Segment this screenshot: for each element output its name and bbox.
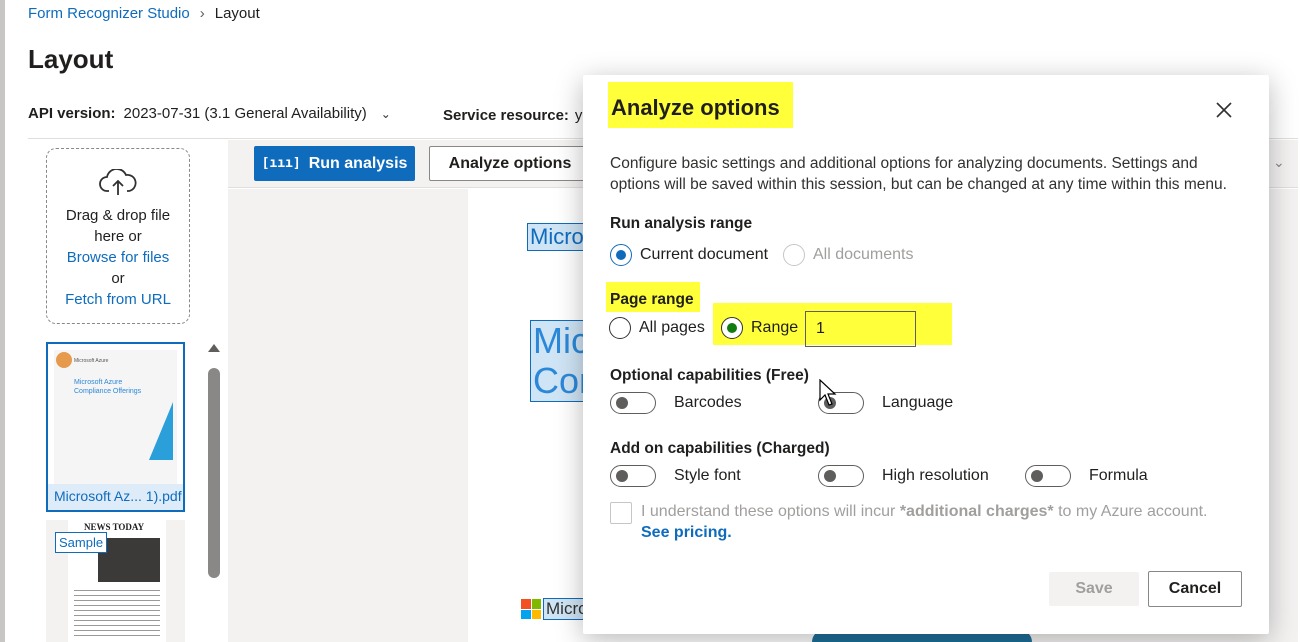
consent-prefix: I understand these options will incur — [641, 503, 900, 520]
dropzone-text-2: here or — [94, 228, 142, 245]
toggle-switch[interactable] — [1025, 465, 1071, 487]
page-range-input[interactable] — [805, 311, 916, 347]
cancel-button[interactable]: Cancel — [1148, 571, 1242, 607]
file-list-scrollbar[interactable] — [206, 340, 222, 580]
service-resource-label: Service resource: — [443, 107, 569, 124]
radio-label: All documents — [813, 246, 914, 263]
consent-text: I understand these options will incur *a… — [610, 503, 1208, 520]
toggle-label: Barcodes — [674, 394, 742, 411]
radio-all-pages[interactable]: All pages — [609, 317, 705, 339]
fetch-url-link[interactable]: Fetch from URL — [47, 289, 189, 310]
toggle-switch[interactable] — [610, 465, 656, 487]
sample-badge: Sample — [55, 532, 108, 553]
consent-suffix: to my Azure account. — [1053, 503, 1208, 520]
breadcrumb-current: Layout — [214, 5, 260, 22]
consent-checkbox[interactable] — [610, 502, 632, 524]
toggle-switch[interactable] — [818, 465, 864, 487]
scroll-thumb[interactable] — [208, 368, 220, 578]
page-title: Layout — [28, 44, 114, 74]
toggle-high-resolution[interactable]: High resolution — [818, 465, 989, 487]
microsoft-logo-icon — [521, 599, 541, 619]
toggle-barcodes[interactable]: Barcodes — [610, 392, 742, 414]
thumbnail-graphic — [149, 402, 173, 460]
close-icon[interactable] — [1213, 99, 1235, 121]
analyze-options-button[interactable]: Analyze options — [429, 146, 591, 181]
optional-capabilities-label: Optional capabilities (Free) — [610, 367, 809, 384]
browse-files-link[interactable]: Browse for files — [47, 247, 189, 268]
thumbnail-text-lines — [74, 590, 160, 638]
breadcrumb-root[interactable]: Form Recognizer Studio — [28, 5, 190, 22]
toggle-switch[interactable] — [610, 392, 656, 414]
breadcrumb: Form Recognizer Studio › Layout — [28, 5, 260, 22]
api-version-value: 2023-07-31 (3.1 General Availability) — [123, 105, 367, 122]
scroll-up-icon[interactable] — [208, 344, 220, 352]
radio-label: Range — [751, 319, 799, 336]
left-edge — [0, 0, 5, 642]
file-dropzone[interactable]: Drag & drop file here or Browse for file… — [46, 148, 190, 324]
cloud-upload-icon — [47, 168, 189, 203]
chevron-down-icon[interactable]: ⌄ — [1273, 154, 1285, 171]
analyze-options-dialog: Analyze options Configure basic settings… — [583, 75, 1269, 634]
breadcrumb-separator: › — [199, 5, 205, 22]
api-version-selector[interactable]: API version: 2023-07-31 (3.1 General Ava… — [28, 105, 391, 122]
file-thumbnail-2[interactable]: NEWS TODAY Sample — [46, 520, 185, 642]
consent-bold: *additional charges* — [899, 503, 1054, 520]
thumbnail-title: Microsoft Azure Compliance Offerings — [74, 379, 142, 395]
dialog-title: Analyze options — [611, 95, 780, 120]
analyze-options-label: Analyze options — [448, 154, 572, 172]
run-range-label: Run analysis range — [610, 215, 753, 232]
charges-consent: I understand these options will incur *a… — [610, 501, 1230, 543]
dropzone-text-1: Drag & drop file — [65, 207, 171, 224]
service-resource[interactable]: Service resource: y — [443, 107, 582, 124]
chevron-down-icon: ⌄ — [380, 106, 391, 121]
radio-range[interactable]: Range — [721, 317, 798, 339]
thumbnail-photo — [98, 538, 160, 582]
toggle-label: Style font — [674, 467, 741, 484]
dropzone-or: or — [111, 270, 125, 287]
api-version-label: API version: — [28, 105, 116, 122]
radio-indicator — [721, 317, 743, 339]
toggle-label: High resolution — [882, 467, 989, 484]
radio-all-documents[interactable]: All documents — [783, 244, 914, 266]
detected-text-region[interactable]: Mic Con — [530, 320, 590, 402]
radio-current-document[interactable]: Current document — [610, 244, 768, 266]
run-analysis-button[interactable]: [ııı] Run analysis — [254, 146, 415, 181]
radio-label: All pages — [639, 319, 705, 336]
file-thumbnail-1[interactable]: Microsoft Azure Microsoft Azure Complian… — [46, 342, 185, 512]
run-analysis-label: Run analysis — [308, 154, 408, 172]
file-name: Microsoft Az... 1).pdf — [48, 484, 183, 510]
thumbnail-logo — [56, 352, 72, 368]
toggle-style-font[interactable]: Style font — [610, 465, 741, 487]
page-range-label: Page range — [610, 291, 694, 308]
service-resource-value: y — [574, 107, 583, 124]
radio-label: Current document — [640, 246, 769, 263]
radio-indicator — [610, 244, 632, 266]
thumbnail-preview: Microsoft Azure Microsoft Azure Complian… — [54, 350, 177, 486]
save-button[interactable]: Save — [1049, 572, 1139, 606]
dialog-description: Configure basic settings and additional … — [610, 155, 1227, 193]
toggle-formula[interactable]: Formula — [1025, 465, 1148, 487]
radio-indicator — [609, 317, 631, 339]
addon-capabilities-label: Add on capabilities (Charged) — [610, 440, 830, 457]
scan-icon: [ııı] — [261, 156, 301, 171]
thumbnail-title: NEWS TODAY — [84, 522, 145, 532]
toggle-label: Formula — [1089, 467, 1148, 484]
radio-indicator — [783, 244, 805, 266]
toggle-label: Language — [882, 394, 954, 411]
see-pricing-link[interactable]: See pricing. — [610, 522, 1230, 543]
thumbnail-brand: Microsoft Azure — [74, 358, 109, 364]
detected-text-region[interactable]: Micro — [527, 223, 587, 251]
